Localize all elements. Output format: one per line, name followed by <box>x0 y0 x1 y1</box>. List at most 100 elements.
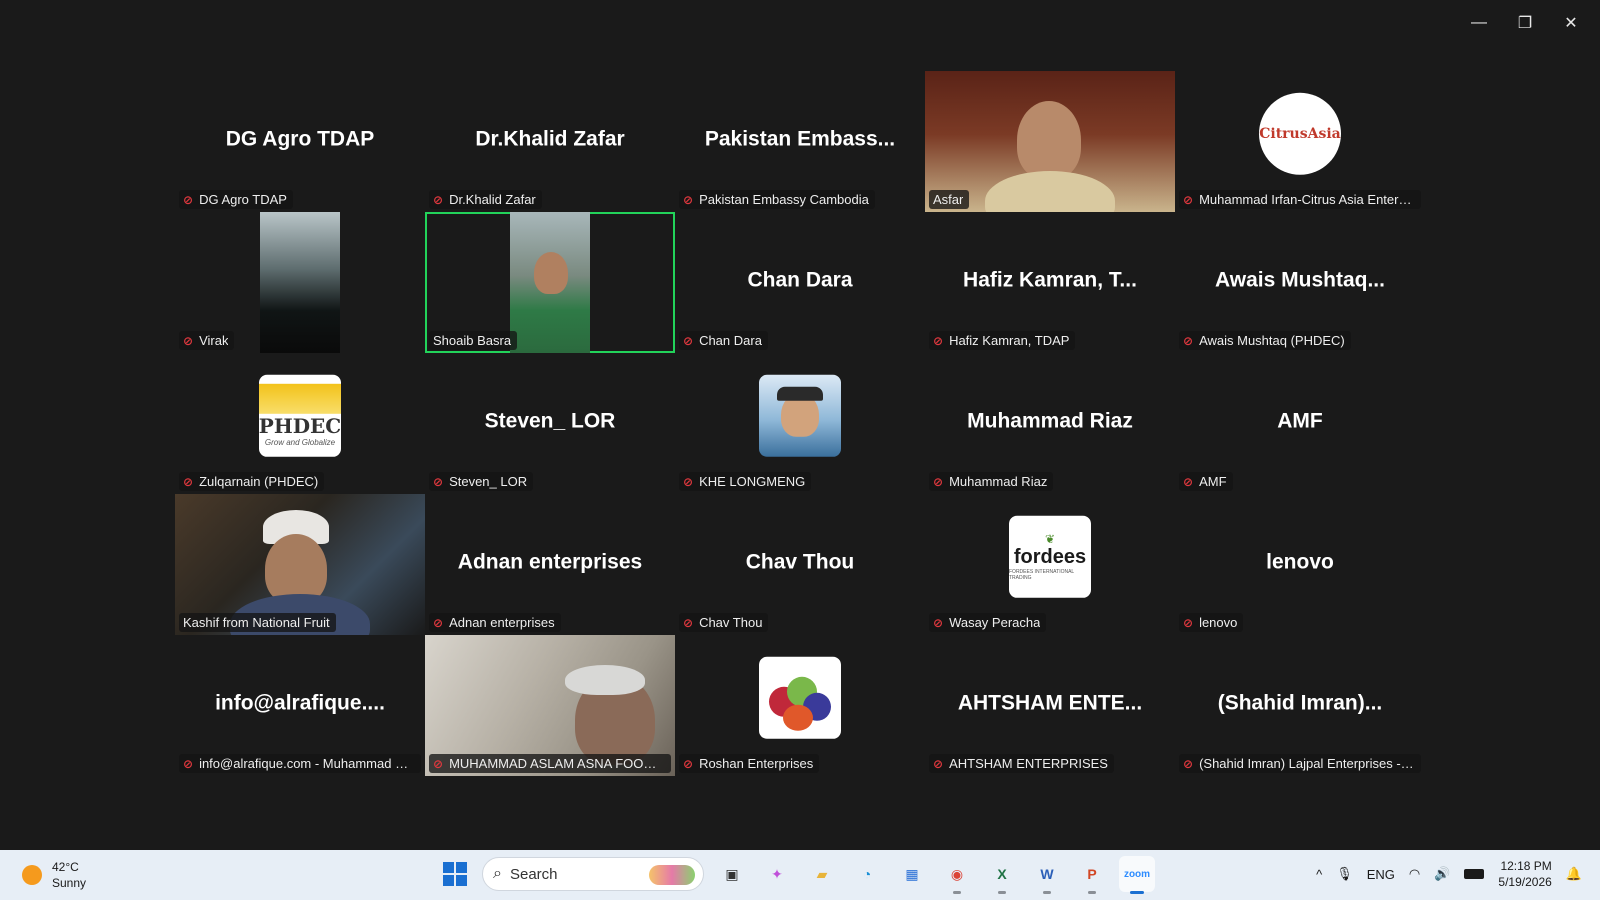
participant-display-name: DG Agro TDAP <box>225 127 375 151</box>
participant-tile[interactable]: PHDEC Grow and Globalize ⊘ Zulqarnain (PH… <box>175 353 425 494</box>
person-face <box>1017 101 1081 179</box>
active-speaker-tile[interactable]: Shoaib Basra <box>425 212 675 353</box>
language-indicator[interactable]: ENG <box>1367 867 1395 882</box>
participant-name-tag: ⊘ lenovo <box>1179 613 1244 632</box>
participant-display-name: Chav Thou <box>745 550 855 574</box>
participant-name-tag: ⊘ Awais Mushtaq (PHDEC) <box>1179 331 1351 350</box>
participant-name-tag: ⊘ Steven_ LOR <box>429 472 534 491</box>
person-body <box>985 171 1115 212</box>
battery-icon[interactable] <box>1464 869 1485 879</box>
system-tray: ^ 🎙 ENG ◠ 🔊 12:18 PM 5/19/2026 🔔 <box>1316 858 1582 890</box>
participant-display-name: AHTSHAM ENTE... <box>957 691 1143 715</box>
participant-name-tag: ⊘ DG Agro TDAP <box>179 190 293 209</box>
word-app-icon[interactable]: W <box>1029 856 1065 894</box>
copilot-app-icon[interactable]: ✦ <box>759 856 795 892</box>
participant-display-name: AMF <box>1277 409 1323 433</box>
mic-muted-icon: ⊘ <box>433 615 444 630</box>
participant-tile[interactable]: ⊘ KHE LONGMENG <box>675 353 925 494</box>
leaf-icon: ❦ <box>1044 531 1056 546</box>
participant-name-tag: ⊘ MUHAMMAD ASLAM ASNA FOODS ... <box>429 754 671 773</box>
participant-avatar: PHDEC Grow and Globalize <box>259 374 341 457</box>
chevron-up-icon[interactable]: ^ <box>1316 867 1322 882</box>
pinned-apps: ▣ ✦ ▰ ◔ ▦ ◉ X W Pzoom <box>714 856 1155 894</box>
participant-tile[interactable]: Dr.Khalid Zafar ⊘ Dr.Khalid Zafar <box>425 71 675 212</box>
clock[interactable]: 12:18 PM 5/19/2026 <box>1498 858 1551 890</box>
participant-tile[interactable]: DG Agro TDAP ⊘ DG Agro TDAP <box>175 71 425 212</box>
mic-muted-icon: ⊘ <box>683 192 694 207</box>
zoom-meeting-window: — ❐ ✕ DG Agro TDAP ⊘ DG Agro TDAP Dr.Khal… <box>0 0 1600 850</box>
participant-video <box>260 212 340 353</box>
close-button[interactable]: ✕ <box>1548 10 1594 36</box>
participant-display-name: Dr.Khalid Zafar <box>475 127 625 151</box>
volume-icon[interactable]: 🔊 <box>1434 866 1450 882</box>
participant-tile[interactable]: Asfar <box>925 71 1175 212</box>
participant-name-tag: ⊘ KHE LONGMENG <box>679 472 812 491</box>
powerpoint-app-icon[interactable]: P <box>1074 856 1110 894</box>
participant-name-tag: ⊘ info@alrafique.com - Muhammad Riaz <box>179 754 421 773</box>
participant-tile[interactable]: Steven_ LOR ⊘ Steven_ LOR <box>425 353 675 494</box>
notification-bell-icon[interactable]: 🔔 <box>1566 866 1582 882</box>
person-face <box>534 252 568 294</box>
participant-tile[interactable]: Chan Dara ⊘ Chan Dara <box>675 212 925 353</box>
windows-start-icon[interactable] <box>438 857 472 891</box>
participant-tile[interactable]: lenovo ⊘ lenovo <box>1175 494 1425 635</box>
mic-muted-icon: ⊘ <box>1183 615 1194 630</box>
participant-tile[interactable]: ⊘ MUHAMMAD ASLAM ASNA FOODS ... <box>425 635 675 776</box>
microphone-icon[interactable]: 🎙 <box>1336 866 1353 882</box>
search-placeholder: Search <box>509 865 558 883</box>
sun-icon <box>22 865 42 885</box>
participant-name-tag: ⊘ Zulqarnain (PHDEC) <box>179 472 325 491</box>
participant-tile[interactable]: Awais Mushtaq... ⊘ Awais Mushtaq (PHDEC) <box>1175 212 1425 353</box>
participant-tile[interactable]: ❦ fordees FORDEES INTERNATIONAL TRADING … <box>925 494 1175 635</box>
clock-date: 5/19/2026 <box>1498 875 1552 889</box>
participant-tile[interactable]: ⊘ Roshan Enterprises <box>675 635 925 776</box>
chrome-app-icon[interactable]: ◉ <box>939 856 975 894</box>
excel-app-icon[interactable]: X <box>984 856 1020 894</box>
participant-tile[interactable]: AHTSHAM ENTE... ⊘ AHTSHAM ENTERPRISES <box>925 635 1175 776</box>
mic-muted-icon: ⊘ <box>183 474 194 489</box>
weather-temp: 42°C <box>52 860 79 874</box>
participant-tile[interactable]: Kashif from National Fruit <box>175 494 425 635</box>
mic-muted-icon: ⊘ <box>183 333 194 348</box>
participant-display-name: Chan Dara <box>747 268 853 292</box>
mic-muted-icon: ⊘ <box>433 192 444 207</box>
participant-tile[interactable]: AMF ⊘ AMF <box>1175 353 1425 494</box>
weather-condition: Sunny <box>52 876 87 890</box>
clock-time: 12:18 PM <box>1500 859 1552 873</box>
participant-name-tag: ⊘ AMF <box>1179 472 1233 491</box>
participant-tile[interactable]: Chav Thou ⊘ Chav Thou <box>675 494 925 635</box>
participant-name-tag: ⊘ Dr.Khalid Zafar <box>429 190 542 209</box>
participant-tile[interactable]: Hafiz Kamran, T... ⊘ Hafiz Kamran, TDAP <box>925 212 1175 353</box>
participant-tile[interactable]: info@alrafique.... ⊘ info@alrafique.com -… <box>175 635 425 776</box>
task-view-app-icon[interactable]: ▣ <box>714 856 750 892</box>
cap-icon <box>777 386 823 401</box>
participant-tile[interactable]: Adnan enterprises ⊘ Adnan enterprises <box>425 494 675 635</box>
search-highlight-icon <box>649 865 695 885</box>
participant-display-name: Steven_ LOR <box>484 409 616 433</box>
mic-muted-icon: ⊘ <box>933 333 944 348</box>
taskbar-center: ⌕ Search ▣ ✦ ▰ ◔ ▦ ◉ X W Pzoom <box>438 856 1155 894</box>
file-explorer-app-icon[interactable]: ▰ <box>804 856 840 892</box>
weather-widget[interactable]: 42°C Sunny <box>22 859 86 891</box>
restore-button[interactable]: ❐ <box>1502 10 1548 36</box>
participant-tile[interactable]: ⊘ Virak <box>175 212 425 353</box>
participant-tile[interactable]: (Shahid Imran)... ⊘ (Shahid Imran) Lajpal… <box>1175 635 1425 776</box>
taskbar-search[interactable]: ⌕ Search <box>482 857 704 891</box>
minimize-button[interactable]: — <box>1456 10 1502 36</box>
wifi-icon[interactable]: ◠ <box>1409 866 1420 882</box>
participant-tile[interactable]: CitrusAsia ⊘ Muhammad Irfan-Citrus Asia E… <box>1175 71 1425 212</box>
mic-muted-icon: ⊘ <box>683 333 694 348</box>
participant-name-tag: ⊘ Muhammad Riaz <box>929 472 1054 491</box>
zoom-app-icon[interactable]: zoom <box>1119 856 1155 894</box>
participant-tile[interactable]: Muhammad Riaz ⊘ Muhammad Riaz <box>925 353 1175 494</box>
edge-app-icon[interactable]: ◔ <box>849 856 885 892</box>
window-controls: — ❐ ✕ <box>1456 10 1594 36</box>
participant-tile[interactable]: Pakistan Embass... ⊘ Pakistan Embassy Cam… <box>675 71 925 212</box>
mic-muted-icon: ⊘ <box>433 756 444 771</box>
participant-name-tag: ⊘ Chav Thou <box>679 613 769 632</box>
mic-muted-icon: ⊘ <box>1183 192 1194 207</box>
participant-name-tag: ⊘ (Shahid Imran) Lajpal Enterprises - B..… <box>1179 754 1421 773</box>
windows-taskbar: 42°C Sunny ⌕ Search ▣ ✦ ▰ ◔ ▦ ◉ X W Pzoom ^ 🎙 EN… <box>0 850 1600 900</box>
participant-name-tag: ⊘ AHTSHAM ENTERPRISES <box>929 754 1114 773</box>
store-app-icon[interactable]: ▦ <box>894 856 930 892</box>
